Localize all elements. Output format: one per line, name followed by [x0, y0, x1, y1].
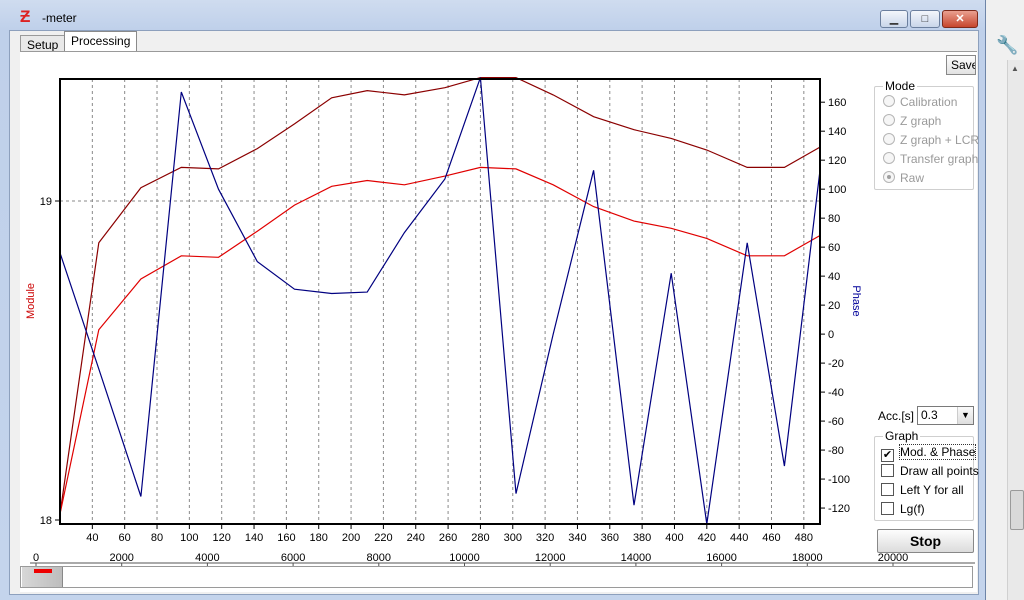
checkbox-icon: [881, 464, 894, 477]
mode-option-transfer-graph[interactable]: Transfer graph: [883, 152, 978, 168]
title-bar[interactable]: Ƶ -meter ▁ □ ✕: [0, 0, 986, 30]
frequency-slider-track[interactable]: [20, 566, 973, 588]
checkbox-left-y-for-all[interactable]: Left Y for all: [881, 483, 964, 499]
mode-group: Mode Calibration Z graph Z graph + LCR T…: [874, 79, 979, 190]
close-button[interactable]: ✕: [942, 10, 978, 28]
checkbox-draw-all-points[interactable]: Draw all points: [881, 464, 979, 480]
stop-button[interactable]: Stop: [877, 529, 974, 553]
radio-icon: [883, 114, 895, 126]
mode-option-z-graph-lcr[interactable]: Z graph + LCR: [883, 133, 979, 149]
scroll-up-icon[interactable]: ▲: [1011, 64, 1019, 73]
chevron-down-icon[interactable]: ▼: [957, 407, 973, 424]
window-title: -meter: [42, 11, 77, 25]
tab-processing[interactable]: Processing: [64, 31, 138, 52]
background-scrollbar[interactable]: ▲: [1007, 60, 1024, 600]
app-window: Ƶ -meter ▁ □ ✕ Setup Processing 40 60 80 10…: [0, 0, 986, 600]
maximize-button[interactable]: □: [910, 10, 940, 28]
checkbox-lg-f[interactable]: Lg(f): [881, 502, 925, 518]
scrollbar-thumb[interactable]: [1010, 490, 1024, 530]
mode-option-calibration[interactable]: Calibration: [883, 95, 957, 111]
checkmark-icon: ✔: [881, 449, 894, 462]
minimize-button[interactable]: ▁: [880, 10, 908, 28]
graph-group: Graph ✔ Mod. & Phase Draw all points Left…: [874, 429, 979, 521]
save-button[interactable]: Save: [946, 55, 976, 75]
radio-icon: [883, 95, 895, 107]
acc-label: Acc.[s]: [878, 409, 915, 423]
radio-icon: [883, 133, 895, 145]
checkbox-mod-phase[interactable]: ✔ Mod. & Phase: [881, 444, 977, 462]
mode-group-title: Mode: [883, 79, 918, 93]
mode-option-z-graph[interactable]: Z graph: [883, 114, 941, 130]
checkbox-icon: [881, 502, 894, 515]
slider-marker-icon: [34, 569, 52, 573]
client-area: Setup Processing: [9, 30, 979, 595]
graph-group-title: Graph: [883, 429, 921, 443]
radio-selected-icon: [883, 171, 895, 183]
processing-panel: [20, 51, 977, 592]
acc-select[interactable]: 0.3 ▼: [917, 406, 974, 425]
wrench-icon[interactable]: 🔧: [996, 34, 1018, 56]
checkbox-icon: [881, 483, 894, 496]
radio-icon: [883, 152, 895, 164]
mode-option-raw[interactable]: Raw: [883, 171, 924, 187]
app-logo-icon: Ƶ: [20, 7, 31, 26]
